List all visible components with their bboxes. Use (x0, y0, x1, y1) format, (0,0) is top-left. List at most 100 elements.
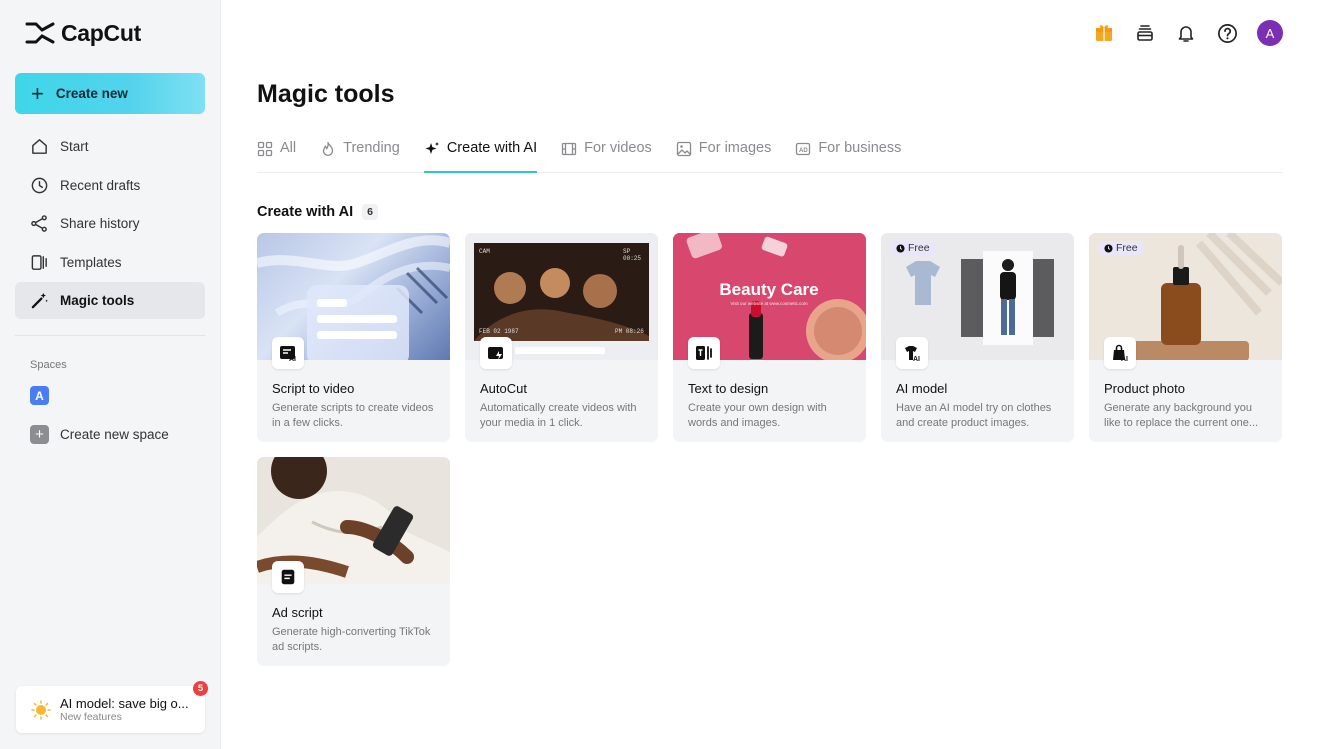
card-description: Generate any background you like to repl… (1104, 402, 1259, 429)
clock-icon (31, 177, 48, 193)
section-title: Create with AI (257, 204, 354, 220)
tab-label: For business (818, 140, 902, 156)
flame-icon (322, 141, 334, 156)
share-icon (31, 215, 47, 232)
tab-for-videos[interactable]: For videos (561, 135, 652, 172)
space-avatar[interactable]: A (30, 386, 49, 406)
card-description: Automatically create videos with your me… (480, 402, 637, 429)
promo-title: AI model: save big o... (60, 696, 189, 711)
tool-card-text-to-design[interactable]: Beauty Care Visit our website at www.cos… (673, 233, 866, 442)
user-avatar[interactable]: A (1257, 20, 1283, 46)
tools-grid: AI Script to video Generate scripts to c… (257, 233, 1283, 666)
tool-card-autocut[interactable]: CAM SP 00:25 FEB 02 1987 PM 08:26 AutoCu… (465, 233, 658, 442)
document-icon (272, 561, 304, 593)
tool-card-ad-script[interactable]: Ad script Generate high-converting TikTo… (257, 457, 450, 666)
category-tabs: All Trending Create with AI For videos F… (257, 135, 1283, 173)
clock-icon (896, 243, 905, 253)
film-icon (561, 142, 577, 156)
sidebar-nav: Start Recent drafts Share history Templa… (15, 128, 205, 320)
create-new-label: Create new (55, 86, 128, 101)
main-content: A Magic tools All Trending Create with A… (221, 0, 1325, 749)
capcut-logo-icon (25, 22, 55, 44)
sidebar-item-share-history[interactable]: Share history (15, 205, 205, 242)
free-badge: Free (1099, 241, 1143, 255)
stack-icon[interactable] (1134, 22, 1156, 44)
create-new-space-button[interactable]: + Create new space (30, 425, 205, 445)
thumb-sp-text: SP (623, 248, 631, 255)
tab-for-business[interactable]: AD For business (795, 135, 901, 172)
tab-for-images[interactable]: For images (676, 135, 771, 172)
card-description: Generate scripts to create videos in a f… (272, 402, 434, 429)
tool-card-script-to-video[interactable]: AI Script to video Generate scripts to c… (257, 233, 450, 442)
sidebar-item-label: Start (60, 139, 89, 154)
free-badge-label: Free (908, 242, 930, 254)
thumb-subline: Visit our website at www.cosmetic.com (730, 301, 807, 306)
thumb-time-text: 00:25 (623, 255, 641, 262)
notification-badge: 5 (193, 681, 208, 696)
create-new-space-label: Create new space (60, 427, 169, 443)
tab-create-with-ai[interactable]: Create with AI (423, 135, 538, 173)
bag-ai-icon: AI (1104, 337, 1136, 369)
tab-label: Create with AI (446, 140, 538, 156)
card-title: Product photo (1104, 381, 1185, 396)
thumb-date-text: FEB 02 1987 (479, 328, 519, 335)
logo-text: CapCut (61, 19, 141, 46)
help-icon[interactable] (1216, 22, 1238, 44)
tool-card-ai-model[interactable]: Free AI AI model Have an AI model try on… (881, 233, 1074, 442)
card-description: Generate high-converting TikTok ad scrip… (272, 626, 431, 653)
grid-icon (257, 141, 273, 157)
card-title: AutoCut (480, 381, 527, 396)
card-title: Text to design (688, 381, 769, 396)
magic-wand-icon (31, 293, 48, 309)
shirt-ai-icon: AI (896, 337, 928, 369)
tab-label: All (280, 140, 297, 156)
svg-text:AI: AI (1121, 356, 1128, 363)
script-ai-icon: AI (272, 337, 304, 369)
image-icon (676, 141, 691, 157)
sidebar-item-label: Recent drafts (60, 177, 141, 193)
ad-icon: AD (796, 142, 811, 156)
sidebar: CapCut + Create new Start Recent drafts … (0, 0, 221, 749)
page-title: Magic tools (257, 80, 395, 108)
card-title: AI model (896, 381, 948, 396)
svg-text:AI: AI (913, 356, 920, 363)
card-description: Have an AI model try on clothes and crea… (896, 402, 1052, 429)
bell-icon[interactable] (1175, 22, 1197, 44)
tab-all[interactable]: All (257, 135, 296, 172)
tab-trending[interactable]: Trending (320, 135, 400, 172)
sidebar-item-start[interactable]: Start (15, 128, 205, 165)
card-description: Create your own design with words and im… (688, 402, 827, 429)
plus-icon: + (31, 80, 44, 106)
app-root: CapCut + Create new Start Recent drafts … (0, 0, 1325, 749)
autocut-icon (480, 337, 512, 369)
sidebar-item-label: Templates (60, 254, 122, 270)
free-badge-label: Free (1116, 242, 1138, 254)
promo-subtitle: New features (60, 711, 122, 723)
tool-card-product-photo[interactable]: Free AI Product photo Generate any backg… (1089, 233, 1282, 442)
tab-label: Trending (343, 140, 400, 156)
sun-icon (31, 699, 51, 720)
promo-card[interactable]: AI model: save big o... New features 5 (16, 681, 208, 733)
spaces-title: Spaces (30, 359, 67, 372)
sidebar-item-templates[interactable]: Templates (15, 244, 205, 281)
sidebar-item-magic-tools[interactable]: Magic tools (15, 282, 205, 320)
svg-text:AD: AD (799, 148, 808, 154)
sidebar-divider (15, 335, 205, 337)
sparkle-icon (425, 142, 439, 154)
tab-label: For videos (584, 140, 652, 156)
free-badge: Free (891, 241, 935, 255)
thumb-headline: Beauty Care (719, 280, 818, 299)
card-title: Ad script (272, 605, 323, 620)
section-count: 6 (362, 204, 378, 220)
promo-text: AI model: save big o... New features (60, 696, 190, 723)
capcut-logo[interactable]: CapCut (15, 0, 205, 66)
top-toolbar: A (1093, 20, 1283, 46)
text-design-icon (688, 337, 720, 369)
section-header: Create with AI 6 (257, 204, 1283, 220)
sidebar-item-label: Magic tools (60, 293, 135, 309)
sidebar-item-recent-drafts[interactable]: Recent drafts (15, 167, 205, 204)
svg-text:AI: AI (289, 356, 296, 363)
create-new-button[interactable]: + Create new (15, 73, 205, 114)
templates-icon (31, 254, 47, 270)
gift-icon[interactable] (1093, 22, 1115, 44)
